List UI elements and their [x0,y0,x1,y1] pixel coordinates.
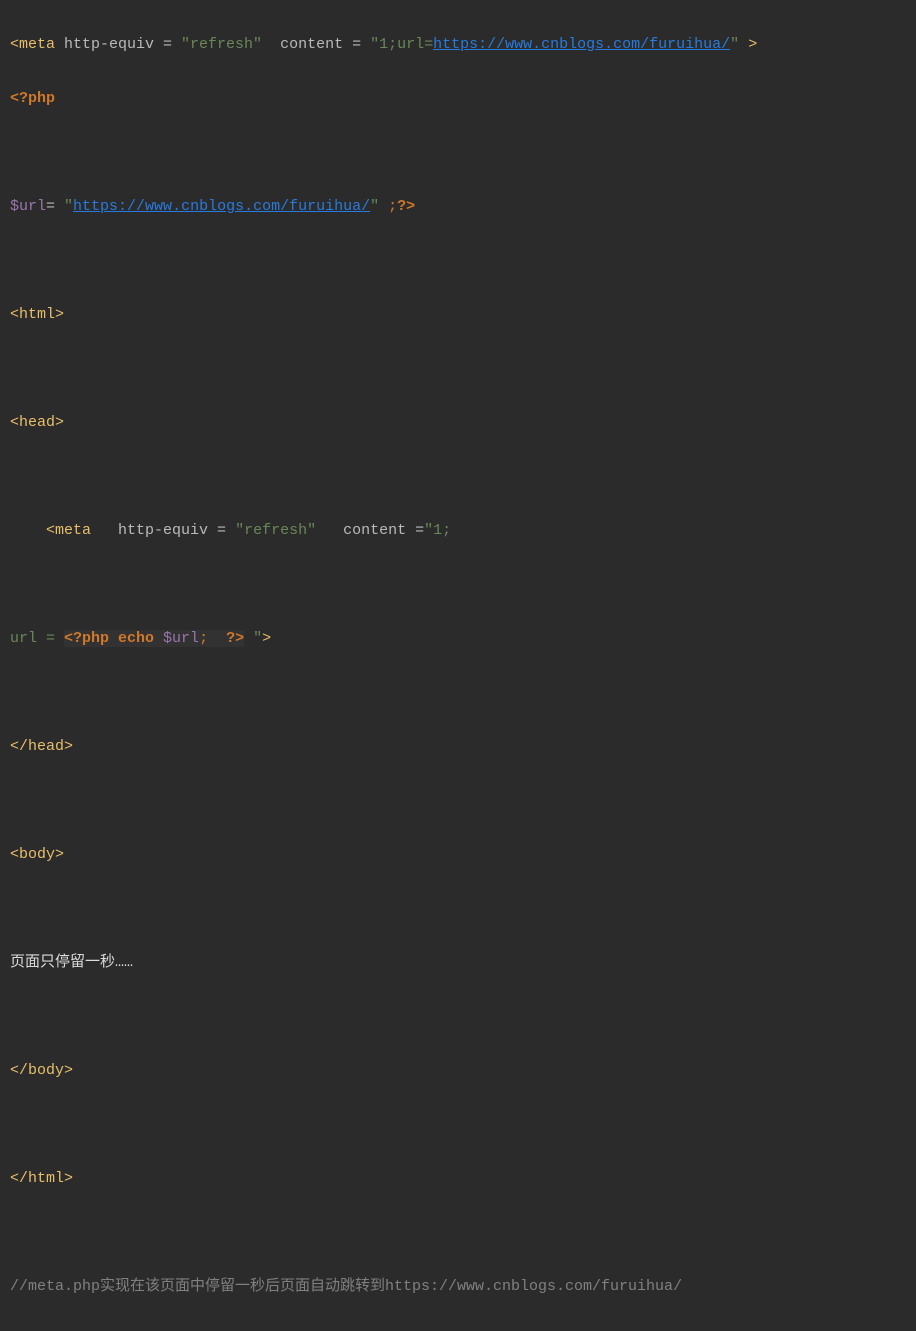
php-close-token: ?> [226,630,244,647]
php-close-token: ?> [397,198,415,215]
tag-token: </head> [10,738,73,755]
code-line[interactable] [10,463,916,490]
tag-token: <meta [10,522,118,539]
url-token: https://www.cnblogs.com/furuihua/ [433,36,730,53]
code-line[interactable]: </head> [10,733,916,760]
code-editor[interactable]: <meta http-equiv = "refresh" content = "… [0,0,916,1331]
php-open-token: <?php [10,90,55,107]
attr-token: content = [316,522,424,539]
php-punct-token: ; [388,198,397,215]
code-line[interactable]: 页面只停留一秒…… [10,949,916,976]
code-line[interactable] [10,1111,916,1138]
string-token: " [244,630,262,647]
php-var-token: $url [163,630,199,647]
string-token: "refresh" [181,36,262,53]
text-token: = [46,198,64,215]
string-token: "1;url= [370,36,433,53]
code-line[interactable]: url = <?php echo $url; ?> "> [10,625,916,652]
code-line[interactable] [10,1219,916,1246]
code-line[interactable]: $url= "https://www.cnblogs.com/furuihua/… [10,193,916,220]
tag-token: <head> [10,414,64,431]
attr-token: http-equiv = [64,36,181,53]
attr-token: http-equiv = [118,522,235,539]
code-line[interactable]: <?php [10,85,916,112]
code-line[interactable]: <html> [10,301,916,328]
php-punct-token: ; [199,630,226,647]
string-token: url = [10,630,64,647]
string-token: "refresh" [235,522,316,539]
code-line[interactable] [10,787,916,814]
tag-token: </body> [10,1062,73,1079]
tag-token: > [748,36,757,53]
code-line[interactable] [10,571,916,598]
attr-token: content = [262,36,370,53]
url-token: https://www.cnblogs.com/furuihua/ [73,198,370,215]
code-line[interactable]: //meta.php实现在该页面中停留一秒后页面自动跳转到https://www… [10,1273,916,1300]
tag-token: </html> [10,1170,73,1187]
code-line[interactable] [10,139,916,166]
code-line[interactable]: </body> [10,1057,916,1084]
code-line[interactable] [10,1003,916,1030]
tag-token: <body> [10,846,64,863]
tag-token: <meta [10,36,64,53]
string-token: "1; [424,522,451,539]
code-line[interactable]: <body> [10,841,916,868]
code-line[interactable]: <meta http-equiv = "refresh" content ="1… [10,517,916,544]
tag-token: > [262,630,271,647]
string-token: " [64,198,73,215]
php-var-token: $url [10,198,46,215]
string-token: " [730,36,748,53]
code-line[interactable] [10,895,916,922]
code-line[interactable]: <head> [10,409,916,436]
code-line[interactable] [10,355,916,382]
body-text-token: 页面只停留一秒…… [10,954,133,971]
code-line[interactable] [10,679,916,706]
code-line[interactable] [10,247,916,274]
code-line[interactable]: </html> [10,1165,916,1192]
php-open-token: <?php echo [64,630,163,647]
string-token: " [370,198,388,215]
tag-token: <html> [10,306,64,323]
code-line[interactable]: <meta http-equiv = "refresh" content = "… [10,31,916,58]
comment-token: //meta.php实现在该页面中停留一秒后页面自动跳转到https://www… [10,1278,682,1295]
